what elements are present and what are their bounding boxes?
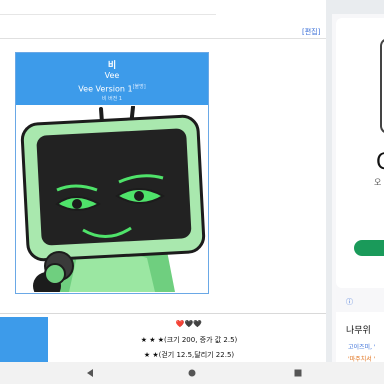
stat-label <box>0 317 48 332</box>
version-footnote[interactable]: [불명] <box>133 84 146 90</box>
divider <box>0 38 326 39</box>
stat-row: ★ ★ ★(크기 200, 증가 값 2.5) <box>0 332 326 348</box>
stat-label <box>0 347 48 362</box>
infobox-subtitle: Vee <box>104 71 120 80</box>
infobox-note: 비 버전 1 <box>101 96 123 102</box>
back-icon[interactable] <box>80 366 100 380</box>
stat-value-size: ★ ★ ★(크기 200, 증가 값 2.5) <box>140 336 238 344</box>
stat-row: ❤️🖤🖤 <box>0 317 326 333</box>
divider <box>0 313 326 314</box>
stat-label <box>0 332 48 347</box>
infobox-title: 비 <box>107 61 117 71</box>
system-nav-bar <box>0 362 384 384</box>
version-label: Vee Version 1 <box>78 84 133 94</box>
install-button[interactable] <box>354 240 384 256</box>
infobox-header: 비 Vee Vee Version 1[불명] 비 버전 1 <box>16 53 208 105</box>
related-link[interactable]: 고이즈미, ' <box>348 342 376 351</box>
app-icon[interactable] <box>380 38 384 134</box>
character-infobox: 비 Vee Vee Version 1[불명] 비 버전 1 <box>15 52 209 294</box>
top-bar <box>0 0 216 15</box>
vee-portrait-image <box>17 106 207 292</box>
wiki-article: [편집] 비 Vee Vee Version 1[불명] 비 버전 1 ❤️🖤🖤… <box>0 0 326 363</box>
stat-value-hearts: ❤️🖤🖤 <box>175 320 203 328</box>
ad-subtitle: 오 <box>374 178 382 187</box>
info-icon[interactable]: ⓘ <box>346 297 353 307</box>
related-card-title: 나무위 <box>346 326 371 336</box>
ad-title: C <box>376 150 384 175</box>
infobox-version: Vee Version 1[불명] <box>16 83 208 94</box>
edit-link[interactable]: [편집] <box>302 27 320 37</box>
stat-row: ★ ★(걷기 12.5,달리기 22.5) <box>0 347 326 363</box>
recent-apps-icon[interactable] <box>288 366 308 380</box>
home-icon[interactable] <box>182 366 202 380</box>
stat-value-speed: ★ ★(걷기 12.5,달리기 22.5) <box>143 351 235 359</box>
